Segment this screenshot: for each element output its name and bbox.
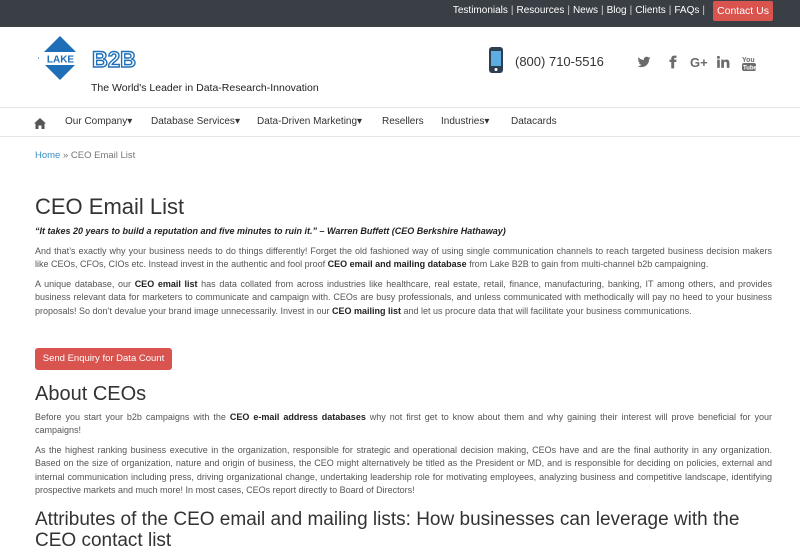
page-title: CEO Email List [35, 194, 185, 219]
caret-down-icon: ▾ [484, 116, 490, 127]
bold-text: CEO e-mail address databases [229, 412, 366, 422]
top-links: Testimonials | Resources | News | Blog | Clients… [453, 5, 708, 16]
nav-item-label: Our Company [65, 116, 128, 127]
nav-item-data-driven-marketing[interactable]: Data-Driven Marketing▾ [257, 116, 362, 127]
caret-down-icon: ▾ [357, 116, 363, 127]
ceo-role-paragraph: As the highest ranking business executiv… [35, 445, 772, 495]
database-paragraph: A unique database, our CEO email list ha… [35, 278, 772, 318]
bold-text: CEO mailing list [332, 305, 402, 316]
about-paragraph: Before you start your b2b campaigns with… [35, 411, 772, 438]
nav-item-our-company[interactable]: Our Company▾ [65, 116, 132, 127]
breadcrumb-home-link[interactable]: Home [35, 150, 60, 161]
text: Before you start your b2b campaigns with… [35, 412, 230, 422]
intro-paragraph: And that’s exactly why your business nee… [35, 245, 772, 272]
separator: | [567, 5, 570, 16]
separator: | [510, 5, 514, 16]
top-link-resources[interactable]: Resources [517, 5, 565, 16]
twitter-icon[interactable] [637, 55, 653, 71]
youtube-icon[interactable]: You Tube [742, 55, 758, 72]
bold-text: CEO email list [134, 279, 198, 289]
breadcrumb-separator: » [60, 150, 71, 161]
nav-item-database-services[interactable]: Database Services▾ [151, 116, 240, 127]
caret-down-icon: ▾ [127, 116, 133, 127]
tagline: The World's Leader in Data-Research-Inno… [91, 82, 319, 94]
svg-text:G+: G+ [690, 55, 708, 69]
svg-text:Tube: Tube [743, 66, 756, 72]
top-link-blog[interactable]: Blog [607, 5, 627, 16]
svg-text:You: You [742, 57, 755, 64]
nav-item-label: Datacards [511, 116, 557, 127]
separator: | [702, 5, 705, 16]
svg-text:B2B: B2B [92, 47, 136, 72]
google-plus-icon[interactable]: G+ [690, 55, 708, 71]
separator: | [600, 5, 604, 16]
breadcrumb: Home » CEO Email List [35, 150, 135, 161]
text: from Lake B2B to gain from multi-channel… [466, 259, 709, 270]
text: and let us procure data that will facili… [401, 305, 692, 316]
nav-item-label: Database Services [151, 116, 235, 127]
send-enquiry-button[interactable]: Send Enquiry for Data Count [35, 348, 172, 370]
top-link-faqs[interactable]: FAQs [674, 5, 699, 16]
about-ceos-heading: About CEOs [35, 383, 147, 405]
nav-item-label: Industries [441, 116, 485, 127]
facebook-icon[interactable] [666, 55, 682, 71]
home-icon[interactable] [34, 116, 46, 129]
nav-item-label: Resellers [382, 116, 424, 127]
nav-item-datacards[interactable]: Datacards [511, 116, 557, 127]
linkedin-icon[interactable] [716, 55, 732, 71]
top-bar: Testimonials | Resources | News | Blog | Clients… [0, 0, 800, 27]
caret-down-icon: ▾ [234, 116, 240, 127]
mobile-phone-icon [488, 46, 504, 74]
attributes-heading: Attributes of the CEO email and mailing … [35, 509, 740, 551]
svg-text:LAKE: LAKE [47, 55, 75, 66]
nav-item-industries[interactable]: Industries▾ [441, 116, 489, 127]
bold-text: CEO email and mailing database [327, 259, 467, 270]
quote: “It takes 20 years to build a reputation… [35, 226, 506, 236]
nav-item-label: Data-Driven Marketing [257, 116, 358, 127]
text: A unique database, our [35, 279, 135, 289]
separator: | [629, 5, 633, 16]
top-link-clients[interactable]: Clients [635, 5, 666, 16]
breadcrumb-current: CEO Email List [70, 150, 136, 161]
nav-item-resellers[interactable]: Resellers [382, 116, 424, 127]
contact-us-button[interactable]: Contact Us [713, 1, 773, 21]
top-link-testimonials[interactable]: Testimonials [453, 5, 508, 16]
phone-number[interactable]: (800) 710-5516 [515, 54, 604, 69]
top-link-news[interactable]: News [573, 5, 598, 16]
main-nav: Our Company▾ Database Services▾ Data-Dri… [0, 107, 800, 137]
